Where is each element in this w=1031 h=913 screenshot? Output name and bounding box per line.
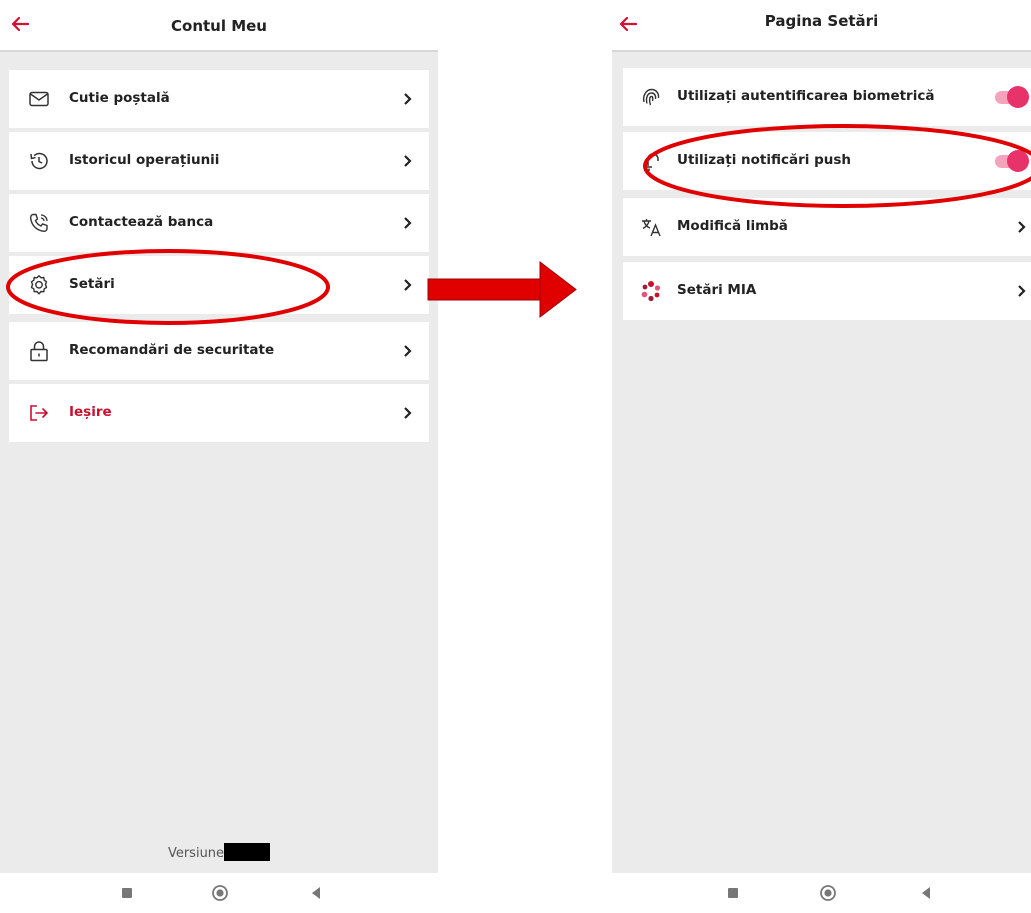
home-icon[interactable] xyxy=(818,883,838,903)
menu-item-label: Recomandări de securitate xyxy=(69,342,275,358)
chevron-right-icon xyxy=(404,407,412,419)
translate-icon xyxy=(642,219,661,237)
home-icon[interactable] xyxy=(210,883,230,903)
menu-item-label: Ieșire xyxy=(69,404,112,420)
toggle-knob xyxy=(1007,150,1029,172)
menu-item-security[interactable]: Recomandări de securitate xyxy=(9,322,429,380)
app-bar: Pagina Setări xyxy=(612,0,1031,52)
gear-icon xyxy=(30,275,48,295)
menu-item-label: Cutie poștală xyxy=(69,90,170,106)
back-triangle-icon[interactable] xyxy=(916,883,936,903)
setting-push-notifications: Utilizați notificări push xyxy=(623,132,1031,190)
biometric-toggle[interactable] xyxy=(995,85,1029,109)
chevron-right-icon xyxy=(404,155,412,167)
setting-label: Setări MIA xyxy=(677,282,757,298)
mail-icon xyxy=(29,91,49,107)
setting-label: Utilizați autentificarea biometrică xyxy=(677,88,935,104)
chevron-right-icon xyxy=(1018,221,1026,233)
account-screen: Contul Meu Cutie poștală Istoricul opera… xyxy=(0,0,438,913)
menu-item-label: Contactează banca xyxy=(69,214,214,230)
lock-icon xyxy=(30,341,48,362)
setting-biometric: Utilizați autentificarea biometrică xyxy=(623,68,1031,126)
menu-item-logout[interactable]: Ieșire xyxy=(9,384,429,442)
chevron-right-icon xyxy=(404,93,412,105)
back-triangle-icon[interactable] xyxy=(306,883,326,903)
redacted-version xyxy=(224,843,271,861)
menu-item-contact-bank[interactable]: Contactează banca xyxy=(9,194,429,252)
version-info: Versiune xyxy=(0,843,438,861)
chevron-right-icon xyxy=(1018,285,1026,297)
setting-label: Utilizați notificări push xyxy=(677,152,852,168)
recents-icon[interactable] xyxy=(117,883,137,903)
phone-icon xyxy=(29,213,48,233)
push-notifications-toggle[interactable] xyxy=(995,149,1029,173)
history-icon xyxy=(30,152,48,170)
setting-mia[interactable]: Setări MIA xyxy=(623,262,1031,320)
chevron-right-icon xyxy=(404,279,412,291)
system-nav-bar xyxy=(612,873,1031,913)
menu-item-label: Setări xyxy=(69,276,115,292)
recents-icon[interactable] xyxy=(723,883,743,903)
arrow-icon xyxy=(427,260,577,319)
setting-change-language[interactable]: Modifică limbă xyxy=(623,198,1031,256)
menu-item-history[interactable]: Istoricul operațiunii xyxy=(9,132,429,190)
mia-logo-icon xyxy=(641,281,661,302)
chevron-right-icon xyxy=(404,345,412,357)
version-label: Versiune xyxy=(167,846,225,861)
notification-icon xyxy=(646,153,659,171)
menu-item-settings[interactable]: Setări xyxy=(9,256,429,314)
toggle-knob xyxy=(1007,86,1029,108)
menu-item-mailbox[interactable]: Cutie poștală xyxy=(9,70,429,128)
setting-label: Modifică limbă xyxy=(677,218,788,234)
fingerprint-icon xyxy=(642,88,660,106)
settings-screen: Pagina Setări Utilizați autentificarea b… xyxy=(612,0,1031,913)
system-nav-bar xyxy=(0,873,438,913)
page-title: Contul Meu xyxy=(171,17,267,35)
logout-icon xyxy=(30,405,48,421)
app-bar: Contul Meu xyxy=(0,0,438,52)
menu-item-label: Istoricul operațiunii xyxy=(69,152,220,168)
page-title: Pagina Setări xyxy=(764,12,879,30)
chevron-right-icon xyxy=(404,217,412,229)
